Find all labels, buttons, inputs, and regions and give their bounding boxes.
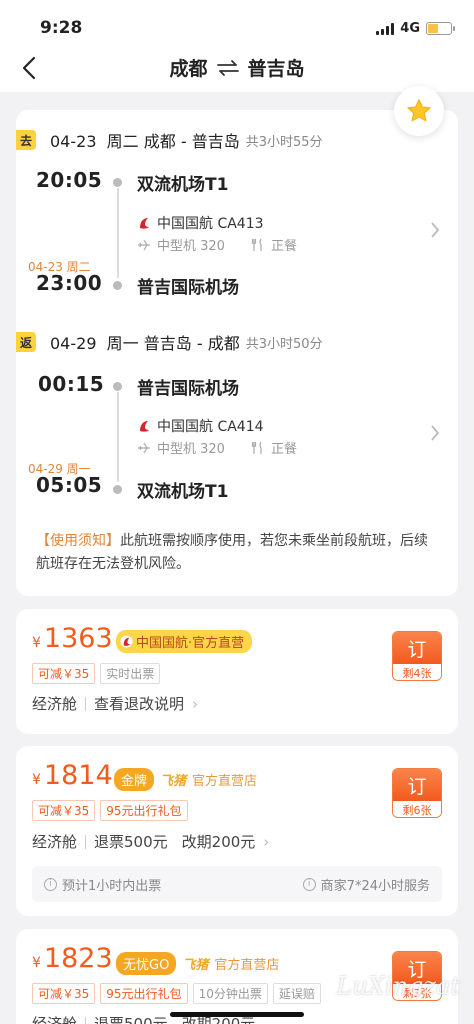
segment-date: 04-29 bbox=[50, 334, 97, 353]
seats-remaining: 剩4张 bbox=[393, 664, 441, 680]
shop-name: 官方直营店 bbox=[192, 774, 258, 789]
worry-free-badge: 无忧GO bbox=[116, 952, 177, 975]
offer-price: ¥ 1823 bbox=[32, 943, 113, 974]
meal-type: 正餐 bbox=[270, 239, 297, 254]
meal-type: 正餐 bbox=[270, 442, 297, 457]
outbound-tag: 去 bbox=[16, 130, 36, 150]
departure-airport: 双流机场T1 bbox=[137, 175, 229, 195]
signal-icon bbox=[376, 22, 395, 35]
network-label: 4G bbox=[400, 21, 420, 36]
merchant-service: 商家7*24小时服务 bbox=[320, 878, 430, 894]
arrival-dot bbox=[113, 281, 122, 290]
cabin-class: 经济舱 bbox=[32, 833, 78, 851]
info-icon: i bbox=[44, 877, 57, 891]
swap-arrows-icon bbox=[216, 59, 239, 76]
gift-chip: 95元出行礼包 bbox=[100, 800, 188, 821]
arrival-time: 05:05 bbox=[36, 473, 103, 497]
segment-weekday: 周一 bbox=[106, 334, 139, 353]
ticketing-chip: 实时出票 bbox=[100, 663, 161, 684]
outbound-segment[interactable]: 去 04-23 周二 成都 - 普吉岛 共3小时55分 20:05 双流机场T1… bbox=[16, 128, 458, 318]
status-time: 9:28 bbox=[40, 18, 83, 38]
offer-card[interactable]: ¥ 1814 金牌 飞猪 官方直营店 可减￥35 95元出行礼包 经济舱 退票5… bbox=[16, 746, 458, 916]
chevron-right-icon bbox=[431, 425, 440, 441]
status-bar: 9:28 4G bbox=[0, 0, 474, 44]
home-indicator bbox=[170, 1012, 304, 1017]
service-info-bar: i 预计1小时内出票 i 商家7*24小时服务 bbox=[32, 866, 442, 902]
plane-icon bbox=[138, 239, 150, 250]
refund-policy-link[interactable]: 查看退改说明 bbox=[94, 693, 184, 714]
departure-time: 20:05 bbox=[36, 168, 103, 192]
flight-detail-card: 去 04-23 周二 成都 - 普吉岛 共3小时55分 20:05 双流机场T1… bbox=[16, 86, 458, 596]
air-china-logo-icon bbox=[140, 218, 149, 229]
offer-card[interactable]: ¥ 1363 中国国航·官方直营 可减￥35 实时出票 经济舱 查看退改说明 ›… bbox=[16, 609, 458, 734]
departure-airport: 普吉国际机场 bbox=[137, 379, 239, 399]
cabin-class: 经济舱 bbox=[32, 695, 78, 713]
platform-logo: 飞猪 bbox=[182, 958, 209, 973]
status-icons: 4G bbox=[376, 21, 455, 36]
destination-city: 普吉岛 bbox=[247, 58, 305, 80]
aircraft-type: 中型机 320 bbox=[157, 239, 225, 254]
page-title: 成都 普吉岛 bbox=[0, 54, 474, 81]
cabin-class: 经济舱 bbox=[32, 1015, 78, 1024]
segment-route: 普吉岛 - 成都 bbox=[143, 334, 240, 353]
meal-icon bbox=[251, 441, 262, 454]
star-icon bbox=[407, 99, 431, 122]
discount-chip: 可减￥35 bbox=[32, 983, 96, 1004]
chevron-right-icon: › bbox=[263, 832, 270, 851]
aircraft-type: 中型机 320 bbox=[157, 442, 225, 457]
plane-icon bbox=[138, 442, 150, 453]
segment-header: 返 04-29 周一 普吉岛 - 成都 共3小时50分 bbox=[16, 330, 323, 354]
book-button[interactable]: 订 剩6张 bbox=[392, 768, 442, 818]
gold-badge: 金牌 bbox=[114, 768, 155, 791]
info-icon: i bbox=[302, 877, 316, 891]
offer-price: ¥ 1814 bbox=[32, 760, 113, 791]
seats-remaining: 剩6张 bbox=[393, 801, 441, 817]
shop-name: 官方直营店 bbox=[214, 958, 280, 973]
arrival-airport: 双流机场T1 bbox=[137, 482, 229, 502]
delay-compensation-chip: 延误赔 bbox=[272, 983, 321, 1004]
departure-time: 00:15 bbox=[38, 372, 105, 396]
airline-flight: 中国国航 CA414 bbox=[157, 419, 264, 435]
segment-duration: 共3小时55分 bbox=[245, 134, 323, 150]
nav-bar: 成都 普吉岛 bbox=[0, 44, 474, 92]
segment-header: 去 04-23 周二 成都 - 普吉岛 共3小时55分 bbox=[16, 128, 323, 152]
air-china-logo-icon bbox=[120, 635, 133, 648]
platform-logo: 飞猪 bbox=[160, 774, 187, 789]
chevron-right-icon bbox=[431, 222, 440, 238]
ticketing-eta: 预计1小时内出票 bbox=[62, 878, 162, 894]
refund-fee: 退票500元 bbox=[94, 833, 168, 851]
gift-chip: 95元出行礼包 bbox=[100, 983, 188, 1004]
departure-dot bbox=[113, 382, 122, 391]
arrival-airport: 普吉国际机场 bbox=[137, 278, 239, 298]
policy-row[interactable]: 经济舱 退票500元 改期200元 › bbox=[32, 831, 269, 852]
origin-city: 成都 bbox=[169, 58, 208, 80]
discount-chip: 可减￥35 bbox=[32, 663, 96, 684]
watermark: LuXingzat bbox=[336, 972, 460, 1000]
ticketing-chip: 10分钟出票 bbox=[192, 983, 268, 1004]
book-button[interactable]: 订 剩4张 bbox=[392, 631, 442, 681]
offer-price: ¥ 1363 bbox=[32, 623, 113, 654]
notice-key: 【使用须知】 bbox=[36, 533, 120, 549]
departure-dot bbox=[113, 178, 122, 187]
segment-date: 04-23 bbox=[50, 132, 97, 151]
segment-duration: 共3小时50分 bbox=[245, 336, 323, 352]
inbound-segment[interactable]: 返 04-29 周一 普吉岛 - 成都 共3小时50分 00:15 普吉国际机场… bbox=[16, 330, 458, 520]
battery-icon bbox=[426, 22, 455, 35]
chevron-right-icon: › bbox=[192, 694, 199, 713]
air-china-logo-icon bbox=[140, 421, 149, 432]
official-airline-badge: 中国国航·官方直营 bbox=[116, 630, 253, 653]
airline-flight: 中国国航 CA413 bbox=[157, 216, 264, 232]
route-line bbox=[117, 392, 119, 482]
discount-chip: 可减￥35 bbox=[32, 800, 96, 821]
inbound-tag: 返 bbox=[16, 332, 36, 352]
refund-fee: 退票500元 bbox=[94, 1015, 168, 1024]
meal-icon bbox=[251, 238, 262, 251]
segment-route: 成都 - 普吉岛 bbox=[143, 132, 240, 151]
segment-weekday: 周二 bbox=[106, 132, 139, 151]
arrival-time: 23:00 bbox=[36, 271, 103, 295]
change-fee: 改期200元 bbox=[181, 833, 256, 851]
usage-notice: 【使用须知】此航班需按顺序使用，若您未乘坐前段航班，后续航班存在无法登机风险。 bbox=[36, 530, 440, 576]
route-line bbox=[117, 188, 119, 278]
arrival-dot bbox=[113, 485, 122, 494]
